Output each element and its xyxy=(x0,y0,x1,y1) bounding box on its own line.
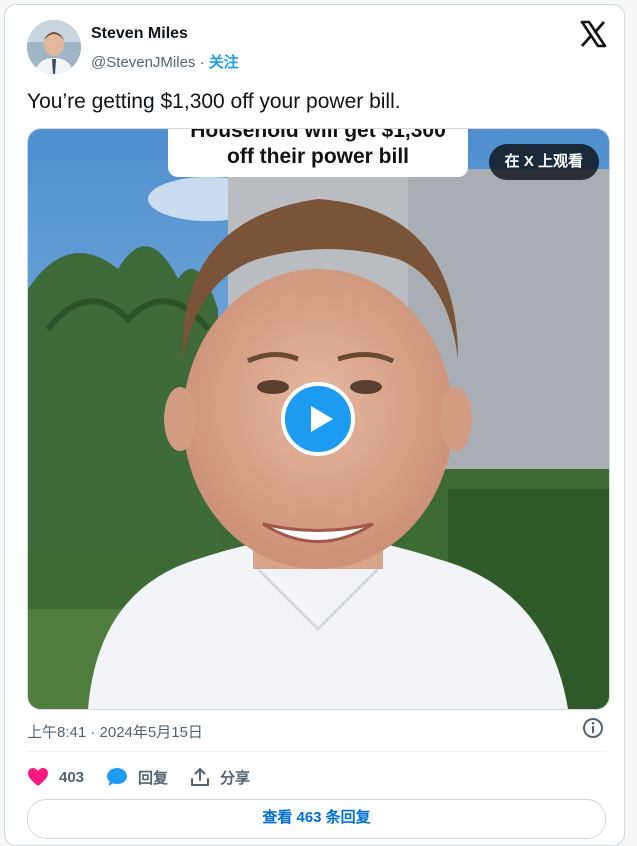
separator: · xyxy=(199,54,205,71)
follow-button[interactable]: 关注 xyxy=(209,54,239,71)
heart-icon xyxy=(28,768,48,786)
reply-bubble-icon xyxy=(107,768,128,786)
caption-line-1: Household will get $1,300 xyxy=(190,128,446,142)
play-icon xyxy=(311,406,333,432)
author-handle[interactable]: @StevenJMiles xyxy=(91,54,195,71)
action-bar: 403 回复 分享 xyxy=(27,765,272,789)
like-button[interactable]: 403 xyxy=(27,767,84,787)
reply-label: 回复 xyxy=(138,769,169,787)
share-icon xyxy=(191,768,210,786)
video-player[interactable]: Household will get $1,300 off their powe… xyxy=(27,128,610,710)
share-label: 分享 xyxy=(220,769,251,787)
reply-button[interactable]: 回复 xyxy=(106,767,168,788)
divider xyxy=(27,751,606,752)
avatar[interactable] xyxy=(27,20,81,74)
caption-line-2: off their power bill xyxy=(227,145,409,168)
timestamp[interactable]: 上午8:41 · 2024年5月15日 xyxy=(27,721,203,742)
video-caption: Household will get $1,300 off their powe… xyxy=(168,128,468,177)
share-button[interactable]: 分享 xyxy=(190,767,250,788)
tweet-card: Steven Miles @StevenJMiles · 关注 You’re g… xyxy=(4,4,625,846)
tweet-text: You’re getting $1,300 off your power bil… xyxy=(27,90,401,113)
author-name[interactable]: Steven Miles xyxy=(91,25,188,43)
x-logo-icon[interactable] xyxy=(578,19,608,49)
like-count: 403 xyxy=(59,768,85,786)
read-replies-button[interactable]: 查看 463 条回复 xyxy=(27,799,606,839)
info-icon[interactable] xyxy=(582,717,604,739)
author-handle-row: @StevenJMiles · 关注 xyxy=(91,51,239,72)
play-button[interactable] xyxy=(281,382,355,456)
watch-on-x-button[interactable]: 在 X 上观看 xyxy=(488,144,599,180)
